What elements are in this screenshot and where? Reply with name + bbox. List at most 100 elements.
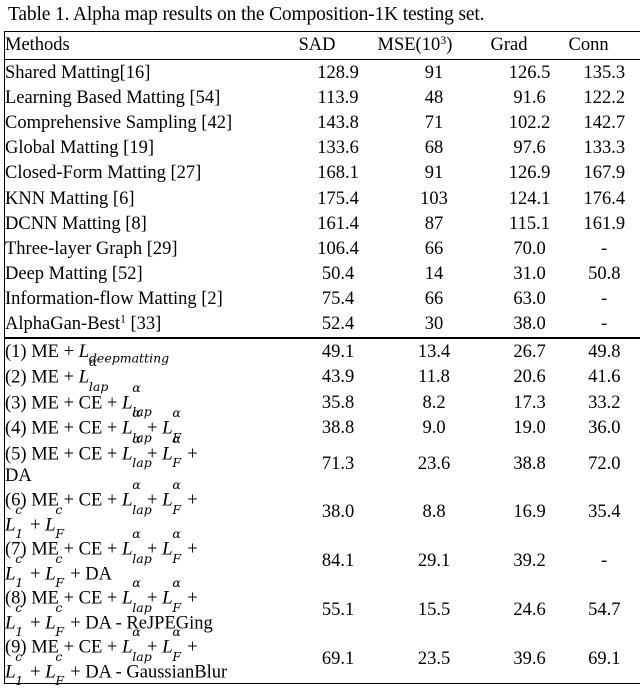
value-grad: 24.6 (491, 585, 569, 634)
term-me: ME (31, 444, 59, 464)
loss-scripts: αlap (132, 487, 142, 506)
plus-sign: + (187, 540, 197, 560)
plus-sign: + (64, 638, 74, 658)
loss-symbol: L (162, 539, 172, 560)
value-grad: 124.1 (491, 186, 569, 211)
value-sad: 143.8 (299, 110, 378, 135)
ablation-label: (2) ME + Lαlap (5, 364, 299, 390)
plus-sign: + (64, 393, 74, 413)
method-citation: [33] (126, 314, 161, 334)
value-grad: 115.1 (491, 211, 569, 236)
value-conn: 135.3 (569, 60, 640, 86)
table-page: Table 1. Alpha map results on the Compos… (0, 0, 640, 677)
loss-subscript: deepmatting (89, 350, 169, 365)
ablation-label: (8) ME + CE + Lαlap + LαF + Lc1 + LcF + … (5, 585, 299, 634)
ablation-label: (4) ME + CE + Lαlap + LαF (5, 415, 299, 441)
value-conn: 176.4 (569, 186, 640, 211)
table-row: (1) ME + Ldeepmatting 49.1 13.4 26.7 49.… (5, 338, 640, 364)
value-grad: 63.0 (491, 287, 569, 312)
loss-symbol: L (122, 539, 132, 560)
method-name: KNN Matting [6] (5, 186, 299, 211)
value-mse: 103 (378, 186, 491, 211)
table-row: (2) ME + Lαlap 43.9 11.8 20.6 41.6 (5, 364, 640, 390)
table-caption: Table 1. Alpha map results on the Compos… (2, 0, 638, 31)
plus-sign: + (107, 419, 117, 439)
minus-sign: - (116, 662, 122, 682)
term-me: ME (31, 342, 59, 362)
loss-symbol: L (162, 443, 172, 464)
term-da: DA (85, 613, 111, 633)
term-da: DA (85, 662, 111, 682)
value-sad: 55.1 (299, 585, 378, 634)
table-row: Comprehensive Sampling [42] 143.8 71 102… (5, 110, 640, 135)
plus-sign: + (107, 589, 117, 609)
value-conn: - (569, 536, 640, 585)
value-mse: 91 (378, 60, 491, 86)
method-name: DCNN Matting [8] (5, 211, 299, 236)
plus-sign: + (187, 444, 197, 464)
value-grad: 20.6 (491, 364, 569, 390)
value-grad: 17.3 (491, 390, 569, 416)
column-header-methods: Methods (5, 32, 299, 60)
loss-symbol: L (45, 612, 55, 633)
table-row: AlphaGan-Best1 [33] 52.4 30 38.0 - (5, 312, 640, 338)
value-conn: 54.7 (569, 585, 640, 634)
table-row: KNN Matting [6] 175.4 103 124.1 176.4 (5, 186, 640, 211)
loss-symbol: L (122, 443, 132, 464)
ablation-index: (1) (5, 342, 27, 362)
value-grad: 39.2 (491, 536, 569, 585)
value-mse: 11.8 (378, 364, 491, 390)
plus-sign: + (107, 393, 117, 413)
plus-sign: + (187, 638, 197, 658)
value-conn: 167.9 (569, 161, 640, 186)
mse-label: MSE(10 (378, 35, 441, 55)
value-mse: 23.6 (378, 441, 491, 488)
term-me: ME (31, 419, 59, 439)
value-sad: 69.1 (299, 634, 378, 684)
value-mse: 15.5 (378, 585, 491, 634)
loss-scripts: αF (172, 634, 182, 653)
plus-sign: + (70, 662, 80, 682)
term-me: ME (31, 368, 59, 388)
value-sad: 106.4 (299, 236, 378, 261)
loss-symbol: L (45, 563, 55, 584)
table-row: (5) ME + CE + Lαlap + LαF + DA 71.3 23.6… (5, 441, 640, 488)
value-sad: 133.6 (299, 136, 378, 161)
plus-sign: + (64, 589, 74, 609)
loss-scripts: αF (172, 536, 182, 555)
minus-sign: - (116, 613, 122, 633)
ablation-label: (6) ME + CE + Lαlap + LαF + Lc1 + LcF (5, 487, 299, 536)
plus-sign: + (70, 613, 80, 633)
loss-symbol: L (5, 514, 15, 535)
loss-symbol: L (162, 418, 172, 439)
plus-sign: + (64, 491, 74, 511)
table-row: Learning Based Matting [54] 113.9 48 91.… (5, 85, 640, 110)
value-conn: 33.2 (569, 390, 640, 416)
term-da: DA (5, 466, 32, 486)
plus-sign: + (30, 515, 40, 535)
value-conn: - (569, 287, 640, 312)
ablation-index: (4) (5, 419, 27, 439)
loss-symbol: L (5, 661, 15, 682)
column-header-sad: SAD (299, 32, 378, 60)
loss-scripts: αlap (132, 585, 142, 604)
value-sad: 50.4 (299, 262, 378, 287)
loss-scripts: αF (172, 487, 182, 506)
value-conn: 49.8 (569, 338, 640, 364)
loss-scripts: cF (55, 512, 65, 531)
value-grad: 126.9 (491, 161, 569, 186)
loss-symbol: L (122, 418, 132, 439)
value-conn: 35.4 (569, 487, 640, 536)
method-name: Three-layer Graph [29] (5, 236, 299, 261)
table-row: (6) ME + CE + Lαlap + LαF + Lc1 + LcF 38… (5, 487, 640, 536)
value-conn: 142.7 (569, 110, 640, 135)
value-grad: 31.0 (491, 262, 569, 287)
ablation-index: (2) (5, 368, 27, 388)
value-conn: 69.1 (569, 634, 640, 684)
loss-scripts: αlap (132, 536, 142, 555)
method-name: Closed-Form Matting [27] (5, 161, 299, 186)
value-conn: 50.8 (569, 262, 640, 287)
value-mse: 8.8 (378, 487, 491, 536)
plus-sign: + (64, 342, 74, 362)
plus-sign: + (64, 540, 74, 560)
